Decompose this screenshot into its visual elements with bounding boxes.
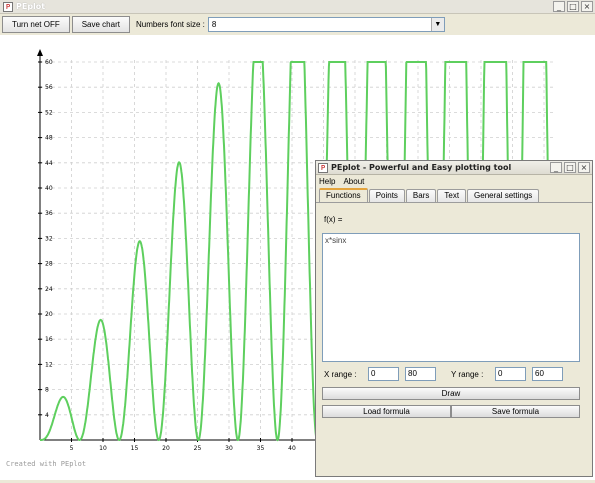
font-size-select[interactable]: 8 ▼ [207, 16, 445, 32]
save-chart-button[interactable]: Save chart [71, 15, 130, 33]
menu-help[interactable]: Help [319, 177, 335, 186]
save-formula-button[interactable]: Save formula [451, 405, 580, 418]
dialog-title: PEplot - Powerful and Easy plotting tool [331, 163, 512, 172]
dialog-app-icon: P [318, 162, 328, 173]
minimize-icon[interactable]: _ [553, 1, 565, 12]
y-tick-label: 60 [45, 59, 53, 66]
y-tick-label: 56 [45, 84, 53, 91]
x-tick-label: 10 [99, 445, 107, 452]
tab-text[interactable]: Text [437, 189, 467, 202]
y-min-input[interactable]: 0 [495, 367, 526, 381]
dialog-menubar: Help About [316, 175, 592, 188]
window-title: PEplot [16, 2, 46, 11]
y-tick-label: 40 [45, 185, 53, 192]
x-range-label: X range : [324, 369, 357, 379]
y-tick-label: 28 [45, 261, 53, 268]
tab-bars[interactable]: Bars [405, 189, 437, 202]
close-icon[interactable]: × [581, 1, 593, 12]
y-tick-label: 8 [45, 387, 49, 394]
turn-net-off-button[interactable]: Turn net OFF [2, 15, 70, 33]
chevron-down-icon[interactable]: ▼ [430, 17, 444, 31]
y-tick-label: 24 [45, 286, 53, 293]
dialog-close-icon[interactable]: × [578, 162, 590, 173]
y-max-input[interactable]: 60 [532, 367, 563, 381]
plotting-tool-dialog: P PEplot - Powerful and Easy plotting to… [315, 160, 593, 477]
x-tick-label: 15 [131, 445, 139, 452]
x-tick-label: 30 [225, 445, 233, 452]
load-formula-button[interactable]: Load formula [322, 405, 451, 418]
x-tick-label: 20 [162, 445, 170, 452]
functions-panel: f(x) = x*sinx X range : 0 80 Y range : 0… [316, 202, 592, 477]
tab-general-settings[interactable]: General settings [467, 189, 540, 202]
x-tick-label: 25 [194, 445, 202, 452]
dialog-tabs: Functions Points Bars Text General setti… [316, 188, 592, 202]
formula-textarea[interactable]: x*sinx [322, 233, 580, 362]
x-max-input[interactable]: 80 [405, 367, 436, 381]
y-tick-label: 52 [45, 109, 53, 116]
y-range-label: Y range : [451, 369, 484, 379]
tab-functions[interactable]: Functions [319, 188, 368, 202]
x-min-input[interactable]: 0 [368, 367, 399, 381]
font-size-label: Numbers font size : [135, 19, 205, 29]
y-tick-label: 12 [45, 361, 53, 368]
y-tick-label: 48 [45, 135, 53, 142]
dialog-title-bar: P PEplot - Powerful and Easy plotting to… [316, 161, 592, 175]
draw-button[interactable]: Draw [322, 387, 580, 400]
created-with-label: Created with PEplot [6, 460, 87, 468]
font-size-value: 8 [211, 19, 217, 29]
y-tick-label: 36 [45, 210, 53, 217]
tab-points[interactable]: Points [368, 189, 405, 202]
toolbar: Turn net OFF Save chart Numbers font siz… [0, 14, 595, 34]
range-row: X range : 0 80 Y range : 0 60 [324, 367, 563, 381]
maximize-icon[interactable]: □ [567, 1, 579, 12]
x-tick-label: 5 [70, 445, 74, 452]
main-title-bar: P PEplot _ □ × [0, 0, 595, 14]
y-tick-label: 44 [45, 160, 53, 167]
dialog-maximize-icon[interactable]: □ [564, 162, 576, 173]
fx-label: f(x) = [324, 215, 343, 224]
y-tick-label: 4 [45, 412, 49, 419]
x-tick-label: 40 [288, 445, 296, 452]
x-tick-label: 35 [257, 445, 265, 452]
dialog-minimize-icon[interactable]: _ [550, 162, 562, 173]
y-tick-label: 16 [45, 336, 53, 343]
y-axis-arrow [37, 49, 43, 56]
y-tick-label: 20 [45, 311, 53, 318]
menu-about[interactable]: About [343, 177, 364, 186]
y-tick-label: 32 [45, 235, 53, 242]
app-icon: P [3, 1, 13, 12]
